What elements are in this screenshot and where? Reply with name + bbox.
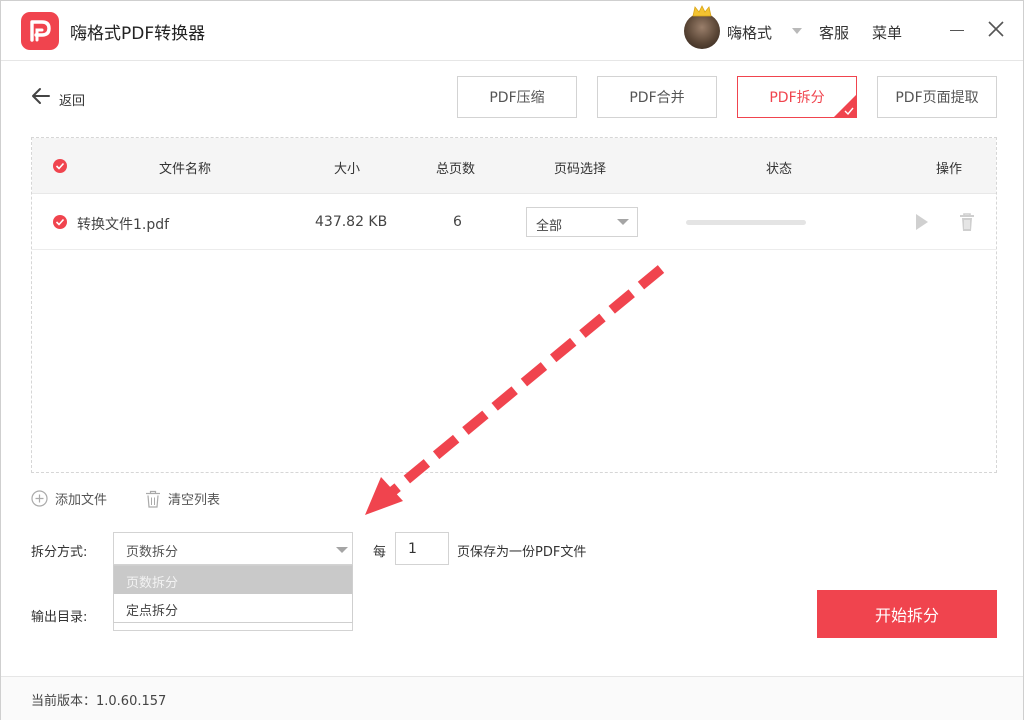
table-header: 文件名称 大小 总页数 页码选择 状态 操作 bbox=[32, 138, 996, 194]
every-label: 每 bbox=[373, 545, 387, 560]
split-mode-label: 拆分方式: bbox=[31, 545, 88, 560]
split-mode-dropdown: 页数拆分 定点拆分 bbox=[113, 565, 353, 623]
split-mode-select[interactable]: 页数拆分 bbox=[113, 532, 353, 565]
split-option-by-pages[interactable]: 页数拆分 bbox=[114, 566, 352, 594]
output-directory-field[interactable] bbox=[113, 623, 353, 631]
add-file-button[interactable]: 添加文件 bbox=[31, 489, 107, 508]
row-checkbox[interactable] bbox=[53, 215, 67, 229]
trash-icon[interactable] bbox=[958, 212, 976, 232]
header-status: 状态 bbox=[766, 162, 793, 177]
app-title: 嗨格式PDF转换器 bbox=[70, 24, 206, 44]
crown-icon bbox=[692, 5, 712, 17]
add-file-label: 添加文件 bbox=[55, 493, 108, 508]
header-total-pages: 总页数 bbox=[436, 162, 476, 177]
check-icon bbox=[844, 107, 854, 115]
play-icon[interactable] bbox=[914, 212, 930, 232]
footer-bar: 当前版本：1.0.60.157 bbox=[1, 676, 1023, 720]
split-mode-value: 页数拆分 bbox=[126, 545, 179, 560]
row-page-select[interactable]: 全部 bbox=[526, 207, 638, 237]
version-text: 当前版本：1.0.60.157 bbox=[31, 694, 167, 709]
user-avatar[interactable] bbox=[684, 5, 720, 49]
pages-suffix-label: 页保存为一份PDF文件 bbox=[457, 545, 587, 560]
tool-pdf-page-extract-label: PDF页面提取 bbox=[895, 90, 979, 106]
header-actions: 操作 bbox=[936, 162, 963, 177]
back-button[interactable]: 返回 bbox=[59, 90, 85, 109]
chevron-down-icon bbox=[617, 219, 629, 225]
row-size: 437.82 KB bbox=[315, 214, 388, 230]
user-dropdown-caret-icon[interactable] bbox=[792, 28, 802, 34]
row-total-pages: 6 bbox=[453, 214, 462, 230]
tool-pdf-split[interactable]: PDF拆分 bbox=[737, 76, 857, 118]
pages-per-file-input[interactable] bbox=[395, 532, 449, 565]
row-file-name: 转换文件1.pdf bbox=[77, 217, 170, 233]
add-circle-icon bbox=[31, 490, 48, 507]
tool-pdf-merge-label: PDF合并 bbox=[629, 90, 685, 106]
tool-pdf-merge[interactable]: PDF合并 bbox=[597, 76, 717, 118]
trash-icon bbox=[146, 490, 160, 508]
app-window: 嗨格式PDF转换器 嗨格式 客服 菜单 返回 PDF压缩 PDF合并 PDF拆分… bbox=[0, 0, 1024, 720]
row-page-select-value: 全部 bbox=[536, 219, 563, 234]
file-table: 文件名称 大小 总页数 页码选择 状态 操作 转换文件1.pdf 437.82 … bbox=[31, 137, 997, 473]
select-all-checkbox[interactable] bbox=[53, 159, 67, 173]
table-row[interactable]: 转换文件1.pdf 437.82 KB 6 全部 bbox=[32, 194, 996, 250]
output-directory-label: 输出目录: bbox=[31, 610, 88, 625]
menu-link[interactable]: 菜单 bbox=[872, 22, 902, 43]
minimize-icon[interactable] bbox=[950, 30, 964, 31]
check-icon bbox=[55, 162, 65, 170]
start-split-button[interactable]: 开始拆分 bbox=[817, 590, 997, 638]
split-option-fixed-point[interactable]: 定点拆分 bbox=[114, 594, 352, 622]
customer-service-link[interactable]: 客服 bbox=[819, 22, 849, 43]
close-icon[interactable] bbox=[987, 20, 1005, 38]
chevron-down-icon bbox=[336, 547, 348, 553]
row-progress-bar bbox=[686, 220, 806, 225]
header-size: 大小 bbox=[334, 162, 361, 177]
header-file-name: 文件名称 bbox=[159, 162, 212, 177]
username[interactable]: 嗨格式 bbox=[727, 22, 772, 43]
tool-pdf-page-extract[interactable]: PDF页面提取 bbox=[877, 76, 997, 118]
check-icon bbox=[55, 218, 65, 226]
tool-pdf-compress[interactable]: PDF压缩 bbox=[457, 76, 577, 118]
back-arrow-icon[interactable] bbox=[31, 87, 51, 105]
clear-list-button[interactable]: 清空列表 bbox=[145, 489, 220, 508]
header-page-select: 页码选择 bbox=[554, 162, 607, 177]
tool-pdf-compress-label: PDF压缩 bbox=[489, 90, 545, 106]
title-bar: 嗨格式PDF转换器 嗨格式 客服 菜单 bbox=[1, 1, 1023, 61]
app-logo-icon bbox=[21, 12, 59, 50]
clear-list-label: 清空列表 bbox=[168, 493, 221, 508]
tool-pdf-split-label: PDF拆分 bbox=[769, 90, 825, 106]
